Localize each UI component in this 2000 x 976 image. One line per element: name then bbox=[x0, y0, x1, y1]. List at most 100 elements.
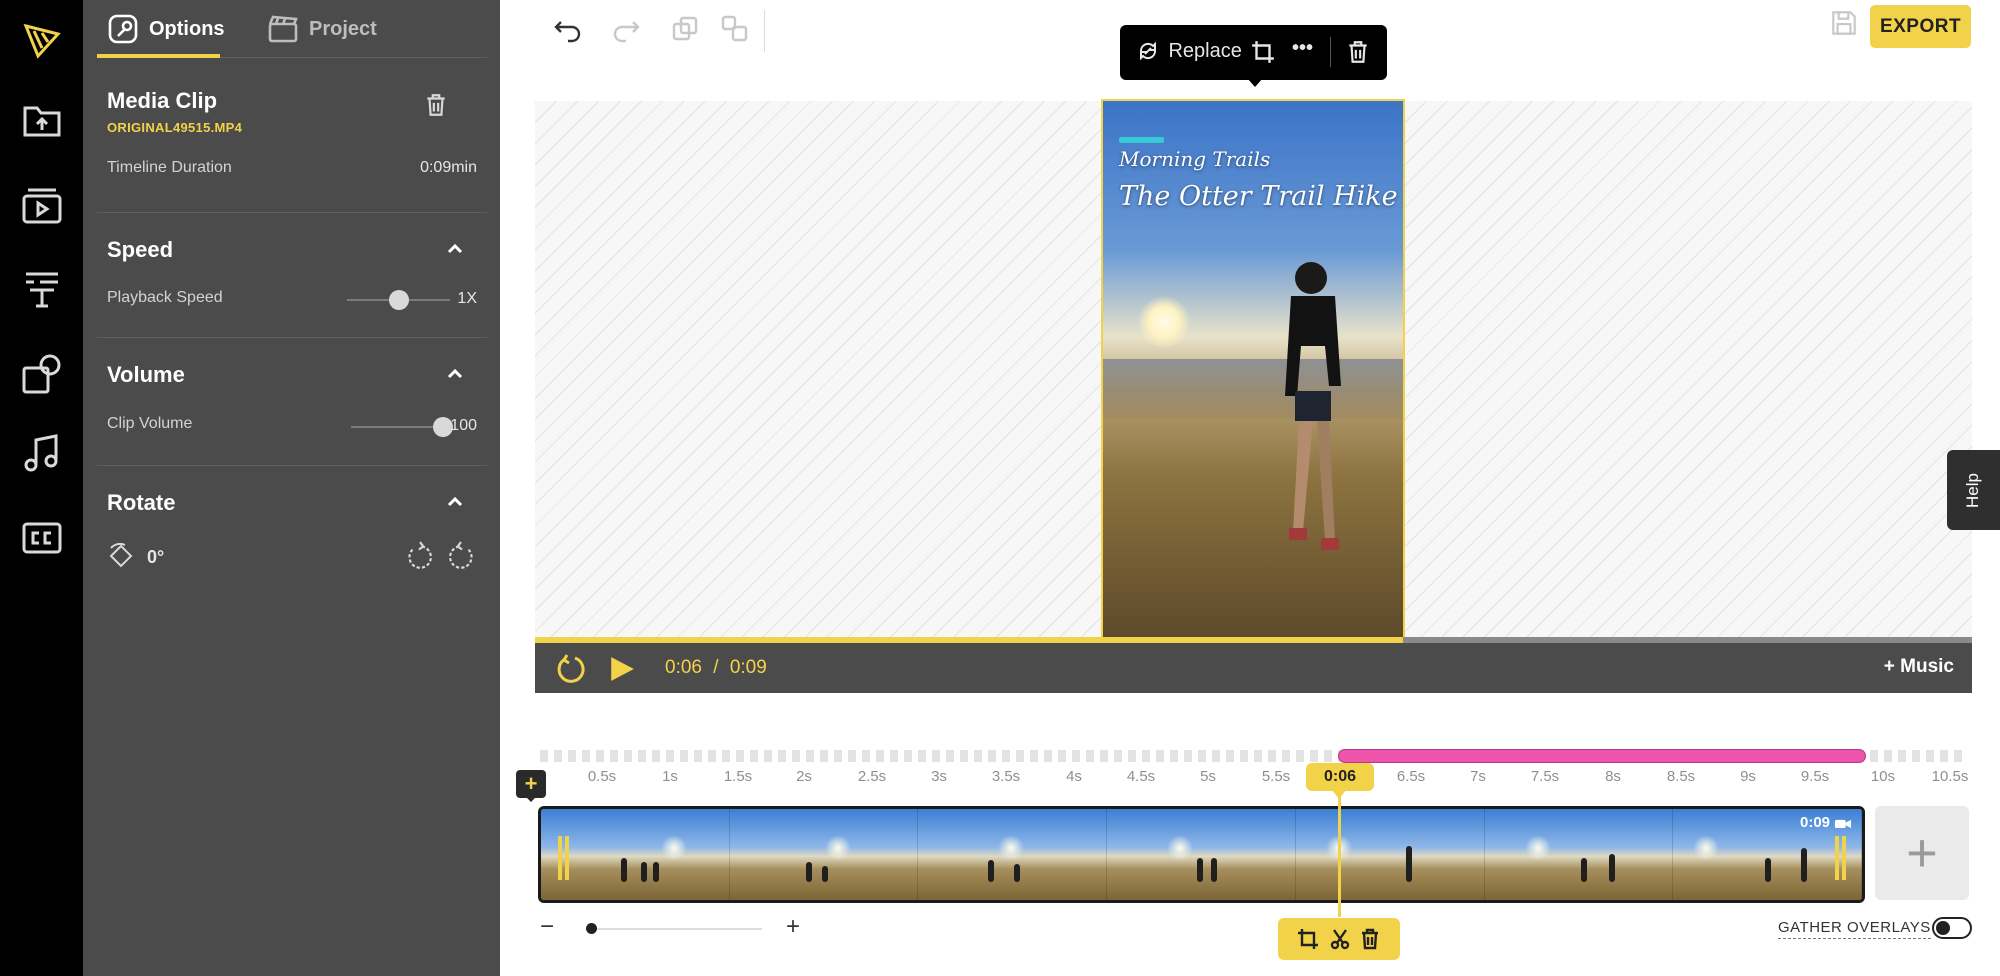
chevron-up-icon bbox=[447, 496, 463, 507]
upload-folder-icon[interactable] bbox=[18, 96, 66, 144]
duration-label: Timeline Duration bbox=[107, 159, 232, 176]
media-clip-section: Media Clip ORIGINAL49515.MP4 Timeline Du… bbox=[97, 58, 487, 213]
clip-trim-start-handle[interactable] bbox=[558, 836, 562, 880]
ruler-tick: 8.5s bbox=[1666, 768, 1696, 785]
tab-options[interactable]: Options bbox=[107, 0, 225, 58]
time-separator: / bbox=[713, 657, 719, 678]
help-label: Help bbox=[1963, 473, 1982, 508]
delete-button[interactable] bbox=[1345, 39, 1371, 70]
clip-thumbnail bbox=[729, 809, 919, 900]
add-overlay-button[interactable]: + bbox=[516, 770, 546, 798]
toolbar-divider bbox=[764, 10, 765, 52]
clip-thumbnail bbox=[541, 809, 730, 900]
duplicate-icon bbox=[672, 16, 698, 41]
zoom-in-button[interactable]: + bbox=[786, 913, 800, 941]
menu-divider bbox=[1330, 37, 1331, 67]
context-menu-pointer bbox=[1247, 78, 1263, 87]
add-clip-button[interactable]: + bbox=[1875, 806, 1969, 900]
clip-trim-end-handle[interactable] bbox=[1842, 836, 1846, 880]
replay-button[interactable] bbox=[555, 653, 587, 690]
rotate-left-button[interactable] bbox=[405, 541, 435, 576]
clip-trim-end-handle[interactable] bbox=[1835, 836, 1839, 880]
panel-tabs: Options Project bbox=[97, 0, 487, 58]
rotate-right-button[interactable] bbox=[446, 541, 476, 576]
crop-icon bbox=[1252, 41, 1274, 63]
volume-title: Volume bbox=[107, 362, 185, 387]
video-clip-strip[interactable] bbox=[538, 806, 1865, 903]
add-music-button[interactable]: + Music bbox=[1884, 656, 1954, 678]
zoom-slider[interactable] bbox=[586, 928, 762, 930]
playback-speed-knob[interactable] bbox=[388, 290, 409, 310]
clip-thumbnail bbox=[1295, 809, 1485, 900]
help-button[interactable]: Help bbox=[1947, 450, 2000, 530]
sun-glow bbox=[1138, 296, 1190, 348]
text-icon[interactable] bbox=[18, 264, 66, 312]
chevron-up-icon bbox=[447, 243, 463, 254]
video-library-icon[interactable] bbox=[18, 182, 66, 230]
rotate-left-icon bbox=[408, 541, 432, 569]
gather-overlays-toggle[interactable] bbox=[1932, 917, 1972, 939]
tab-project[interactable]: Project bbox=[267, 0, 377, 58]
icon-rail bbox=[0, 0, 83, 976]
logo-icon[interactable] bbox=[18, 16, 66, 64]
more-button[interactable]: ••• bbox=[1292, 37, 1313, 60]
volume-section: Volume Clip Volume 100 bbox=[97, 338, 487, 466]
clip-thumbnail bbox=[1484, 809, 1674, 900]
trash-icon[interactable] bbox=[1358, 927, 1382, 951]
zoom-slider-knob[interactable] bbox=[586, 923, 597, 934]
duplicate-button[interactable] bbox=[668, 12, 702, 46]
ruler-tick: 10.5s bbox=[1931, 768, 1969, 785]
play-button[interactable] bbox=[608, 655, 636, 688]
speed-collapse-button[interactable] bbox=[447, 241, 463, 255]
clapperboard-icon bbox=[268, 15, 298, 43]
video-brand-text[interactable]: Morning Trails bbox=[1119, 147, 1270, 171]
video-preview[interactable]: Morning Trails The Otter Trail Hike bbox=[1101, 99, 1405, 639]
playhead-time[interactable]: 0:06 bbox=[1306, 763, 1374, 791]
add-overlay-pointer bbox=[525, 796, 537, 802]
overlay-bar[interactable] bbox=[1338, 749, 1866, 763]
speed-section: Speed Playback Speed 1X bbox=[97, 213, 487, 338]
rotate-right-icon bbox=[449, 541, 473, 569]
undo-button[interactable] bbox=[551, 12, 585, 46]
delete-clip-button[interactable] bbox=[423, 92, 449, 123]
options-panel: Options Project Media Clip ORIGINAL49515… bbox=[83, 0, 500, 976]
play-icon bbox=[611, 657, 634, 681]
redo-button[interactable] bbox=[609, 12, 643, 46]
arrange-button[interactable] bbox=[718, 12, 752, 46]
music-icon[interactable] bbox=[18, 430, 66, 478]
playback-speed-label: Playback Speed bbox=[107, 289, 223, 306]
clip-duration-badge: 0:09 bbox=[1800, 814, 1852, 831]
captions-icon[interactable] bbox=[18, 514, 66, 562]
ruler-tick: 4.5s bbox=[1126, 768, 1156, 785]
clip-title: Media Clip bbox=[107, 88, 218, 113]
split-icon[interactable] bbox=[1328, 927, 1352, 951]
ruler-tick: 8s bbox=[1605, 768, 1621, 785]
export-button[interactable]: EXPORT bbox=[1870, 5, 1971, 48]
redo-icon bbox=[613, 21, 640, 43]
crop-icon[interactable] bbox=[1296, 927, 1320, 951]
elements-icon[interactable] bbox=[18, 350, 66, 398]
current-time: 0:06 bbox=[665, 657, 702, 678]
replace-button[interactable]: Replace bbox=[1136, 39, 1242, 63]
clip-duration-text: 0:09 bbox=[1800, 814, 1831, 831]
trash-icon bbox=[427, 94, 445, 116]
zoom-out-button[interactable]: − bbox=[540, 913, 554, 941]
volume-collapse-button[interactable] bbox=[447, 366, 463, 380]
save-button[interactable] bbox=[1829, 8, 1859, 43]
video-title-text[interactable]: The Otter Trail Hike bbox=[1119, 181, 1398, 212]
clip-thumbnail bbox=[1107, 809, 1296, 900]
clip-thumbnail bbox=[918, 809, 1108, 900]
total-time: 0:09 bbox=[729, 657, 767, 678]
clip-volume-slider[interactable] bbox=[351, 426, 443, 428]
clip-volume-label: Clip Volume bbox=[107, 415, 193, 432]
speed-title: Speed bbox=[107, 237, 174, 262]
tab-project-label: Project bbox=[309, 17, 377, 40]
hills-layer bbox=[1103, 359, 1403, 419]
clip-trim-start-handle[interactable] bbox=[565, 836, 569, 880]
playhead-line[interactable] bbox=[1338, 789, 1341, 917]
crop-button[interactable] bbox=[1250, 39, 1276, 70]
trash-icon bbox=[1349, 41, 1367, 63]
brand-accent-bar bbox=[1119, 137, 1164, 143]
rotate-collapse-button[interactable] bbox=[447, 494, 463, 508]
ruler-tick: 0.5s bbox=[587, 768, 617, 785]
